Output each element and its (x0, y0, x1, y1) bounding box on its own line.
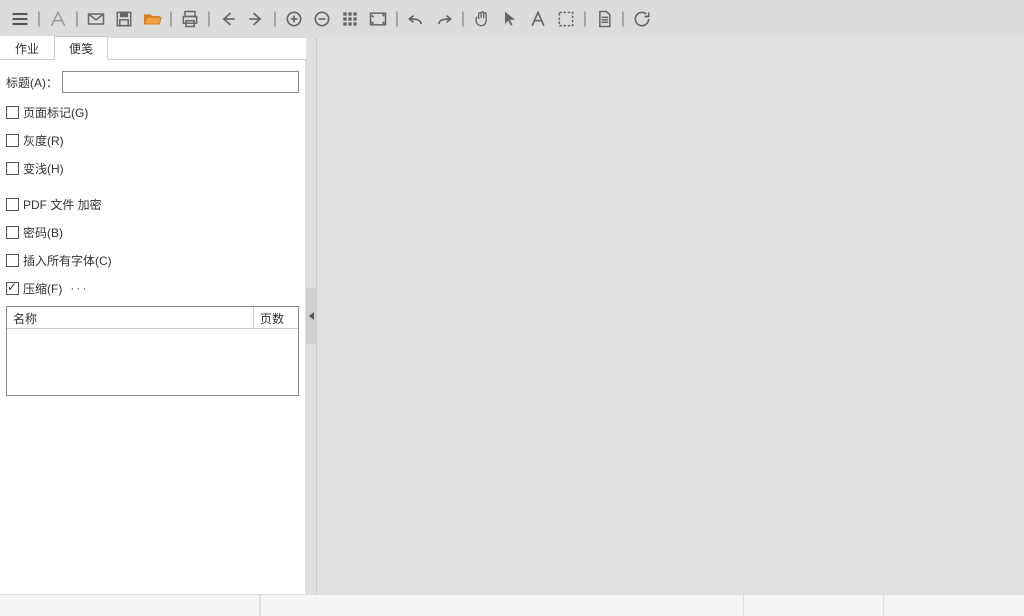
zoom-out-icon[interactable] (308, 5, 336, 33)
preview-canvas[interactable] (316, 38, 1024, 594)
status-cell (884, 595, 1024, 616)
status-bar (0, 594, 1024, 616)
zoom-in-icon[interactable] (280, 5, 308, 33)
checkbox-compress-label: 压缩(F) (23, 280, 62, 297)
toolbar-separator: | (34, 6, 44, 32)
toolbar-separator: | (270, 6, 280, 32)
col-pages[interactable]: 页数 (254, 307, 298, 329)
checkbox-lighten-label: 变浅(H) (23, 160, 64, 177)
menu-icon[interactable] (6, 5, 34, 33)
toolbar-separator: | (204, 6, 214, 32)
checkbox-grayscale-label: 灰度(R) (23, 132, 64, 149)
fit-icon[interactable] (364, 5, 392, 33)
checkbox-password-label: 密码(B) (23, 224, 63, 241)
title-input[interactable] (62, 71, 299, 93)
refresh-icon[interactable] (628, 5, 656, 33)
status-cell (744, 595, 884, 616)
text-icon[interactable] (524, 5, 552, 33)
pdf-icon[interactable] (44, 5, 72, 33)
toolbar-separator: | (166, 6, 176, 32)
splitter[interactable] (306, 38, 316, 594)
print-icon[interactable] (176, 5, 204, 33)
checkbox-page-marks[interactable] (6, 106, 19, 119)
tab-notes[interactable]: 便笺 (54, 36, 108, 60)
checkbox-embed-fonts[interactable] (6, 254, 19, 267)
redo-icon[interactable] (430, 5, 458, 33)
checkbox-compress[interactable] (6, 282, 19, 295)
mail-icon[interactable] (82, 5, 110, 33)
toolbar-separator: | (580, 6, 590, 32)
open-folder-icon[interactable] (138, 5, 166, 33)
col-name[interactable]: 名称 (7, 307, 254, 329)
file-table-body (7, 329, 298, 395)
status-cell (261, 595, 744, 616)
checkbox-embed-fonts-label: 插入所有字体(C) (23, 252, 112, 269)
toolbar-separator: | (392, 6, 402, 32)
left-panel: 作业 便笺 标题(A)： 页面标记(G) 灰度(R) 变浅(H) (0, 38, 306, 594)
tab-jobs[interactable]: 作业 (0, 36, 54, 59)
panel-tabs: 作业 便笺 (0, 38, 306, 60)
select-area-icon[interactable] (552, 5, 580, 33)
status-cell (0, 595, 260, 616)
compress-options-icon[interactable]: ··· (70, 281, 88, 295)
toolbar-separator: | (458, 6, 468, 32)
checkbox-page-marks-label: 页面标记(G) (23, 104, 88, 121)
checkbox-pdf-encrypt-label: PDF 文件 加密 (23, 196, 102, 213)
undo-icon[interactable] (402, 5, 430, 33)
checkbox-pdf-encrypt[interactable] (6, 198, 19, 211)
hand-icon[interactable] (468, 5, 496, 33)
grid-icon[interactable] (336, 5, 364, 33)
pointer-icon[interactable] (496, 5, 524, 33)
toolbar-separator: | (618, 6, 628, 32)
checkbox-grayscale[interactable] (6, 134, 19, 147)
main-toolbar: | | | | | | | (0, 0, 1024, 38)
checkbox-password[interactable] (6, 226, 19, 239)
toolbar-separator: | (72, 6, 82, 32)
file-table: 名称 页数 (6, 306, 299, 396)
save-icon[interactable] (110, 5, 138, 33)
forward-icon[interactable] (242, 5, 270, 33)
checkbox-lighten[interactable] (6, 162, 19, 175)
splitter-handle-icon[interactable] (306, 288, 316, 344)
document-icon[interactable] (590, 5, 618, 33)
notes-panel: 标题(A)： 页面标记(G) 灰度(R) 变浅(H) (0, 60, 306, 594)
back-icon[interactable] (214, 5, 242, 33)
title-label: 标题(A)： (6, 74, 58, 91)
